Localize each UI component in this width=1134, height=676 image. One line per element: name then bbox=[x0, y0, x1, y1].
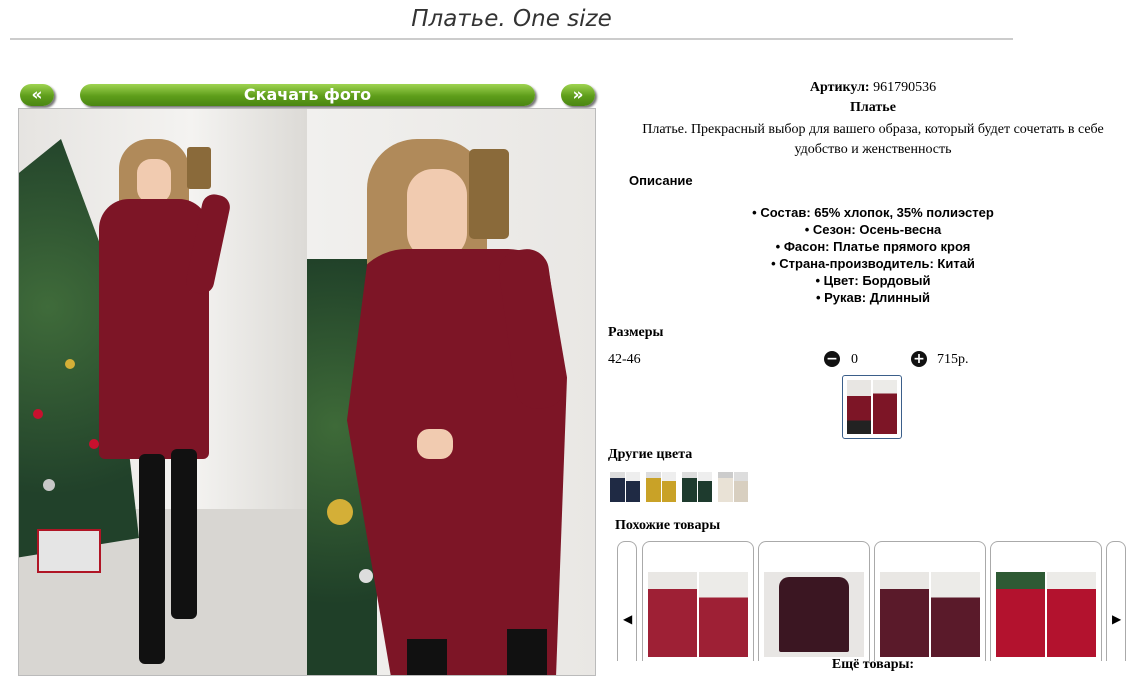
prev-photo-button[interactable]: « bbox=[20, 84, 54, 106]
similar-product-card[interactable] bbox=[642, 541, 754, 661]
other-colors-heading: Другие цвета bbox=[608, 447, 693, 462]
quantity-value: 0 bbox=[851, 352, 858, 367]
similar-product-card[interactable] bbox=[874, 541, 986, 661]
specs-list: Состав: 65% хлопок, 35% полиэстер Сезон:… bbox=[608, 204, 1134, 306]
carousel-next-button[interactable]: ▶ bbox=[1106, 541, 1126, 661]
selected-photo-thumbnail[interactable] bbox=[842, 375, 902, 439]
plus-icon[interactable]: + bbox=[911, 351, 927, 367]
similar-product-card[interactable] bbox=[758, 541, 870, 661]
next-photo-button[interactable]: » bbox=[561, 84, 595, 106]
color-swatch-navy[interactable] bbox=[610, 472, 640, 502]
spec-item: Цвет: Бордовый bbox=[608, 272, 1134, 289]
article-label: Артикул: bbox=[809, 80, 870, 95]
spec-item: Страна-производитель: Китай bbox=[608, 255, 1134, 272]
color-swatch-beige[interactable] bbox=[718, 472, 748, 502]
description-line-1: Платье. Прекрасный выбор для вашего обра… bbox=[642, 122, 1104, 137]
similar-product-card[interactable] bbox=[990, 541, 1102, 661]
article-value: 961790536 bbox=[873, 80, 937, 95]
spec-item: Состав: 65% хлопок, 35% полиэстер bbox=[608, 204, 1134, 221]
minus-icon[interactable]: − bbox=[824, 351, 840, 367]
similar-products-heading: Похожие товары bbox=[615, 518, 721, 533]
sizes-heading: Размеры bbox=[608, 325, 664, 340]
photo-left-half bbox=[19, 109, 307, 675]
product-description: Платье. Прекрасный выбор для вашего обра… bbox=[604, 120, 1134, 160]
product-name: Платье bbox=[850, 100, 896, 115]
size-value: 42-46 bbox=[608, 352, 641, 367]
more-products-label: Ещё товары: bbox=[831, 657, 915, 672]
spec-item: Сезон: Осень-весна bbox=[608, 221, 1134, 238]
spec-item: Рукав: Длинный bbox=[608, 289, 1134, 306]
photo-right-half bbox=[307, 109, 595, 675]
description-line-2: удобство и женственность bbox=[794, 142, 952, 157]
specs-heading: Описание bbox=[629, 173, 693, 188]
download-photo-button[interactable]: Скачать фото bbox=[80, 84, 535, 106]
skip-back-icon: ◀ bbox=[623, 612, 633, 626]
product-photo[interactable] bbox=[18, 108, 596, 676]
title-divider bbox=[10, 38, 1013, 40]
page-title: Платье. One size bbox=[411, 6, 612, 32]
color-swatch-mustard[interactable] bbox=[646, 472, 676, 502]
dress-left bbox=[99, 199, 209, 459]
carousel-prev-button[interactable]: ◀ bbox=[617, 541, 637, 661]
spec-item: Фасон: Платье прямого кроя bbox=[608, 238, 1134, 255]
skip-forward-icon: ▶ bbox=[1112, 612, 1122, 626]
article-line: Артикул: 961790536 bbox=[608, 80, 1134, 96]
color-swatch-green[interactable] bbox=[682, 472, 712, 502]
price: 715р. bbox=[937, 352, 969, 367]
